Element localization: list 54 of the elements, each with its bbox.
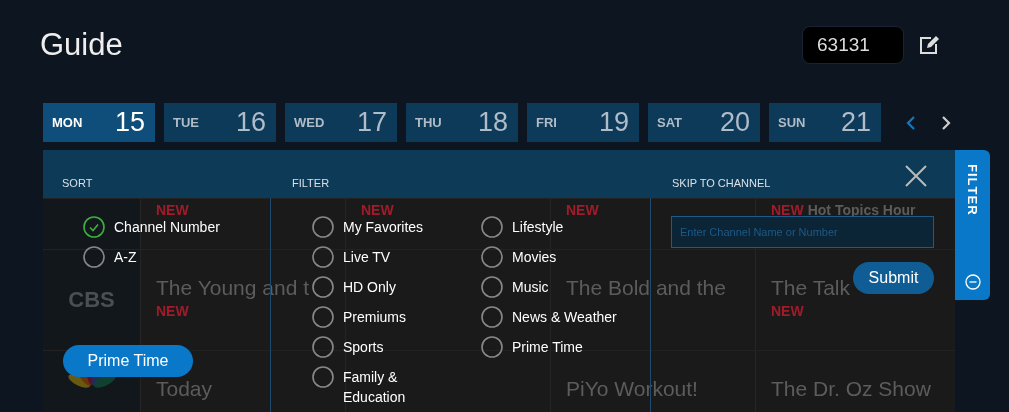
radio-button[interactable]	[312, 216, 334, 238]
sort-option[interactable]: A-Z	[83, 246, 137, 268]
day-tab[interactable]: THU 18	[406, 103, 518, 142]
filter-option[interactable]: HD Only	[312, 276, 396, 298]
new-label: NEW	[156, 304, 189, 318]
filter-option[interactable]: Movies	[481, 246, 557, 268]
collapse-icon[interactable]	[964, 274, 981, 290]
radio-button[interactable]	[312, 276, 334, 298]
section-heading: SKIP TO CHANNEL	[672, 177, 771, 189]
new-label: NEW	[156, 203, 189, 217]
day-tab[interactable]: TUE 16	[164, 103, 276, 142]
zip-code-field[interactable]: 63131	[802, 26, 904, 64]
radio-button[interactable]	[481, 246, 503, 268]
side-tab-label: FILTER	[965, 164, 980, 216]
filter-option[interactable]: Prime Time	[481, 336, 583, 358]
filter-option[interactable]: My Favorites	[312, 216, 424, 238]
day-tab[interactable]: WED 17	[285, 103, 397, 142]
filter-option[interactable]: Premiums	[312, 306, 406, 328]
page-title: Guide	[40, 27, 123, 63]
radio-button[interactable]	[312, 336, 334, 358]
filter-side-tab[interactable]: FILTER	[955, 150, 990, 300]
channel-search-field[interactable]: Enter Channel Name or Number	[671, 216, 934, 248]
edit-icon[interactable]	[919, 35, 939, 55]
radio-button[interactable]	[481, 336, 503, 358]
day-tab[interactable]: MON 15	[43, 103, 155, 142]
radio-button[interactable]	[481, 306, 503, 328]
radio-button[interactable]	[83, 216, 105, 238]
filter-option[interactable]: Family & Education	[312, 366, 453, 407]
new-label: NEW	[361, 203, 394, 217]
day-tab[interactable]: FRI 19	[527, 103, 639, 142]
radio-button[interactable]	[312, 366, 334, 388]
radio-button[interactable]	[83, 246, 105, 268]
new-label: NEW	[566, 203, 599, 217]
channel-logo: CBS	[68, 287, 115, 313]
section-heading: SORT	[62, 177, 93, 189]
close-icon[interactable]	[905, 165, 927, 187]
new-label: NEW	[771, 203, 804, 217]
section-heading: FILTER	[292, 177, 330, 189]
filter-option[interactable]: News & Weather	[481, 306, 617, 328]
filter-option[interactable]: Music	[481, 276, 549, 298]
radio-button[interactable]	[312, 306, 334, 328]
filter-option[interactable]: Lifestyle	[481, 216, 564, 238]
filter-option[interactable]: Sports	[312, 336, 384, 358]
submit-button[interactable]: Submit	[853, 262, 934, 294]
radio-button[interactable]	[481, 276, 503, 298]
sort-option[interactable]: Channel Number	[83, 216, 220, 238]
filter-option[interactable]: Live TV	[312, 246, 391, 268]
day-tab[interactable]: SUN 21	[769, 103, 881, 142]
prime-time-button[interactable]: Prime Time	[63, 345, 193, 377]
day-tab[interactable]: SAT 20	[648, 103, 760, 142]
radio-button[interactable]	[481, 216, 503, 238]
radio-button[interactable]	[312, 246, 334, 268]
new-label: NEW	[771, 304, 804, 318]
episode-title: Hot Topics Hour	[807, 203, 916, 217]
